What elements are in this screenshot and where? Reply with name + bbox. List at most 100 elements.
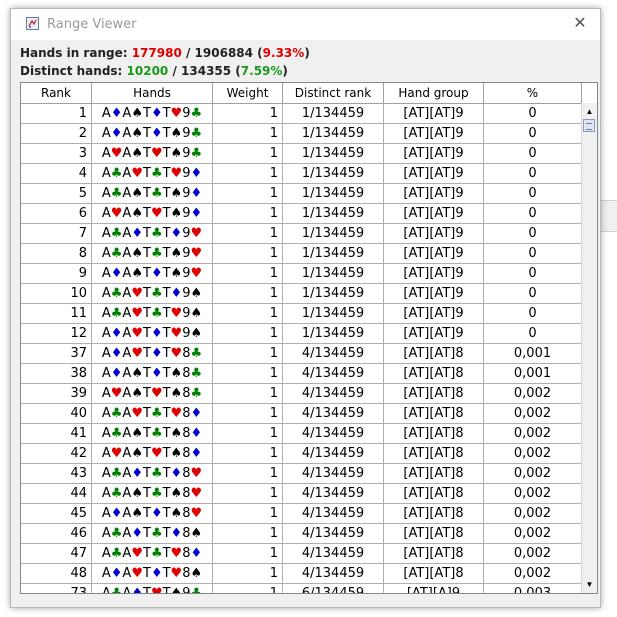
distinct-hands-line: Distinct hands: 10200 / 134355 (7.59%) — [20, 62, 310, 80]
card-rank: A — [122, 226, 132, 241]
table-row[interactable]: 73 A♣A♦T♥T♠9♣ 1 6/134459 [AT][A]9 0,003 — [21, 584, 582, 593]
suit-icon: ♠ — [131, 426, 143, 441]
card-rank: T — [142, 466, 151, 481]
table-header: Rank Hands Weight Distinct rank Hand gro… — [21, 83, 582, 104]
table-row[interactable]: 37 A♦A♥T♦T♥8♣ 1 4/134459 [AT][AT]8 0,001 — [21, 344, 582, 364]
card-rank: T — [162, 526, 171, 541]
distinct-rank-cell: 1/134459 — [283, 224, 384, 244]
table-row[interactable]: 43 A♣A♦T♣T♦8♥ 1 4/134459 [AT][AT]8 0,002 — [21, 464, 582, 484]
hands-cell: A♣A♥T♣T♥9♦ — [92, 164, 213, 184]
distinct-rank-cell: 4/134459 — [283, 524, 384, 544]
suit-icon: ♠ — [131, 106, 143, 121]
card-rank: A — [101, 286, 111, 301]
card-rank: A — [122, 526, 132, 541]
table-row[interactable]: 3 A♥A♠T♥T♠9♣ 1 1/134459 [AT][AT]9 0 — [21, 144, 582, 164]
table-row[interactable]: 44 A♣A♠T♣T♠8♥ 1 4/134459 [AT][AT]8 0,002 — [21, 484, 582, 504]
table-row[interactable]: 45 A♦A♠T♦T♠8♥ 1 4/134459 [AT][AT]8 0,002 — [21, 504, 582, 524]
hands-cell: A♦A♥T♦T♥8♣ — [92, 344, 213, 364]
column-header-hand-group[interactable]: Hand group — [384, 83, 484, 103]
table-row[interactable]: 11 A♣A♥T♣T♥9♠ 1 1/134459 [AT][AT]9 0 — [21, 304, 582, 324]
suit-icon: ♣ — [190, 106, 203, 121]
card-rank: T — [162, 386, 171, 401]
card-rank: T — [162, 306, 171, 321]
suit-icon: ♠ — [131, 366, 143, 381]
table-row[interactable]: 6 A♥A♠T♥T♠9♦ 1 1/134459 [AT][AT]9 0 — [21, 204, 582, 224]
column-header-distinct-rank[interactable]: Distinct rank — [283, 83, 384, 103]
suit-icon: ♣ — [190, 346, 203, 361]
card-rank: A — [122, 506, 132, 521]
vertical-scrollbar[interactable]: ▲ ▼ — [581, 103, 597, 593]
table-row[interactable]: 40 A♣A♥T♣T♥8♦ 1 4/134459 [AT][AT]8 0,002 — [21, 404, 582, 424]
card-rank: T — [162, 186, 171, 201]
card-rank: T — [142, 426, 151, 441]
percent-cell: 0 — [484, 244, 582, 264]
table-row[interactable]: 12 A♦A♥T♦T♥9♠ 1 1/134459 [AT][AT]9 0 — [21, 324, 582, 344]
card-rank: A — [122, 446, 132, 461]
table-row[interactable]: 48 A♦A♥T♦T♥8♠ 1 4/134459 [AT][AT]8 0,002 — [21, 564, 582, 584]
table-row[interactable]: 42 A♥A♠T♥T♠8♦ 1 4/134459 [AT][AT]8 0,002 — [21, 444, 582, 464]
table-row[interactable]: 38 A♦A♠T♦T♠8♣ 1 4/134459 [AT][AT]8 0,001 — [21, 364, 582, 384]
weight-cell: 1 — [213, 524, 283, 544]
suit-icon: ♦ — [190, 206, 203, 221]
suit-icon: ♠ — [170, 186, 183, 201]
suit-icon: ♣ — [150, 486, 163, 501]
close-icon[interactable]: ✕ — [568, 12, 592, 36]
table-row[interactable]: 7 A♣A♦T♣T♦9♥ 1 1/134459 [AT][AT]9 0 — [21, 224, 582, 244]
card-rank: A — [101, 546, 111, 561]
hand-group-cell: [AT][AT]8 — [384, 424, 484, 444]
rank-cell: 43 — [21, 464, 92, 484]
table-row[interactable]: 2 A♦A♠T♦T♠9♣ 1 1/134459 [AT][AT]9 0 — [21, 124, 582, 144]
rank-cell: 3 — [21, 144, 92, 164]
card-rank: T — [142, 226, 151, 241]
scroll-down-icon[interactable]: ▼ — [582, 578, 597, 592]
hands-cell: A♦A♠T♦T♠8♥ — [92, 504, 213, 524]
card-rank: T — [162, 466, 171, 481]
suit-icon: ♥ — [110, 146, 123, 161]
suit-icon: ♣ — [190, 146, 203, 161]
table-row[interactable]: 41 A♣A♠T♣T♠8♦ 1 4/134459 [AT][AT]8 0,002 — [21, 424, 582, 444]
distinct-rank-cell: 4/134459 — [283, 424, 384, 444]
distinct-rank-cell: 4/134459 — [283, 444, 384, 464]
app-icon — [26, 17, 39, 30]
table-row[interactable]: 8 A♣A♠T♣T♠9♥ 1 1/134459 [AT][AT]9 0 — [21, 244, 582, 264]
suit-icon: ♦ — [150, 266, 163, 281]
suit-icon: ♦ — [131, 526, 143, 541]
rank-cell: 1 — [21, 104, 92, 124]
percent-cell: 0 — [484, 164, 582, 184]
hand-group-cell: [AT][AT]9 — [384, 224, 484, 244]
column-header-weight[interactable]: Weight — [213, 83, 283, 103]
suit-icon: ♣ — [110, 286, 123, 301]
scroll-up-icon[interactable]: ▲ — [582, 105, 597, 119]
table-row[interactable]: 9 A♦A♠T♦T♠9♥ 1 1/134459 [AT][AT]9 0 — [21, 264, 582, 284]
card-rank: T — [142, 366, 151, 381]
table-row[interactable]: 1 A♦A♠T♦T♥9♣ 1 1/134459 [AT][AT]9 0 — [21, 104, 582, 124]
table-row[interactable]: 5 A♣A♠T♣T♠9♦ 1 1/134459 [AT][AT]9 0 — [21, 184, 582, 204]
suit-icon: ♦ — [110, 266, 123, 281]
column-header-rank[interactable]: Rank — [21, 83, 92, 103]
card-rank: T — [142, 326, 151, 341]
card-rank: A — [122, 466, 132, 481]
table-row[interactable]: 10 A♣A♥T♣T♦9♠ 1 1/134459 [AT][AT]9 0 — [21, 284, 582, 304]
hands-cell: A♣A♥T♣T♦9♠ — [92, 284, 213, 304]
column-header-percent[interactable]: % — [484, 83, 582, 103]
table-row[interactable]: 47 A♣A♥T♣T♥8♦ 1 4/134459 [AT][AT]8 0,002 — [21, 544, 582, 564]
table-row[interactable]: 39 A♥A♠T♥T♠8♣ 1 4/134459 [AT][AT]8 0,002 — [21, 384, 582, 404]
suit-icon: ♣ — [110, 186, 123, 201]
card-rank: T — [162, 566, 171, 581]
card-rank: T — [142, 186, 151, 201]
column-header-hands[interactable]: Hands — [92, 83, 213, 103]
hands-cell: A♣A♠T♣T♠8♥ — [92, 484, 213, 504]
card-rank: A — [122, 426, 132, 441]
table-row[interactable]: 4 A♣A♥T♣T♥9♦ 1 1/134459 [AT][AT]9 0 — [21, 164, 582, 184]
card-rank: A — [122, 266, 132, 281]
table-body: 1 A♦A♠T♦T♥9♣ 1 1/134459 [AT][AT]9 0 2 A♦A♠T♦T♠9… — [21, 104, 582, 593]
hands-percent: 9.33% — [262, 46, 305, 60]
suit-icon: ♥ — [131, 566, 143, 581]
card-rank: A — [122, 106, 132, 121]
rank-cell: 7 — [21, 224, 92, 244]
percent-cell: 0,002 — [484, 444, 582, 464]
percent-cell: 0,002 — [484, 524, 582, 544]
table-row[interactable]: 46 A♣A♦T♣T♦8♠ 1 4/134459 [AT][AT]8 0,002 — [21, 524, 582, 544]
scroll-thumb[interactable] — [583, 119, 595, 132]
card-rank: T — [142, 126, 151, 141]
